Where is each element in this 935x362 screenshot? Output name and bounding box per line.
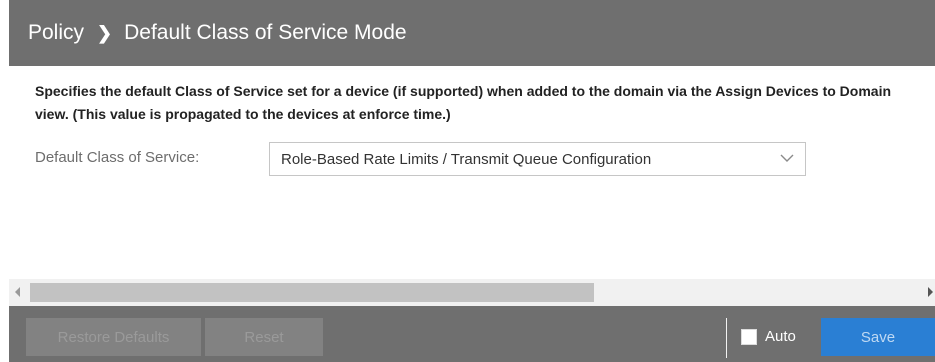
footer-divider (726, 318, 727, 358)
breadcrumb-policy[interactable]: Policy (28, 21, 84, 45)
auto-checkbox[interactable] (741, 328, 757, 345)
default-cos-label: Default Class of Service: (35, 149, 200, 166)
main-panel: Specifies the default Class of Service s… (9, 66, 935, 279)
auto-label: Auto (765, 328, 796, 345)
reset-button[interactable]: Reset (205, 318, 323, 356)
scroll-right-arrow-icon[interactable] (928, 287, 933, 297)
scroll-left-arrow-icon[interactable] (15, 287, 20, 297)
default-cos-select-value: Role-Based Rate Limits / Transmit Queue … (281, 150, 652, 168)
auto-toggle[interactable]: Auto (741, 328, 796, 345)
footer-toolbar: Restore Defaults Reset Auto Save (9, 306, 935, 362)
chevron-down-icon (780, 154, 794, 162)
scrollbar-thumb[interactable] (30, 283, 594, 302)
description-text: Specifies the default Class of Service s… (35, 83, 892, 122)
page-title: Default Class of Service Mode (124, 21, 407, 44)
restore-defaults-button[interactable]: Restore Defaults (26, 318, 201, 356)
default-cos-select[interactable]: Role-Based Rate Limits / Transmit Queue … (269, 142, 806, 176)
chevron-right-icon: ❯ (97, 22, 113, 43)
title-bar: Policy ❯ Default Class of Service Mode (9, 0, 935, 66)
horizontal-scrollbar[interactable] (9, 279, 935, 306)
save-button[interactable]: Save (821, 318, 935, 356)
